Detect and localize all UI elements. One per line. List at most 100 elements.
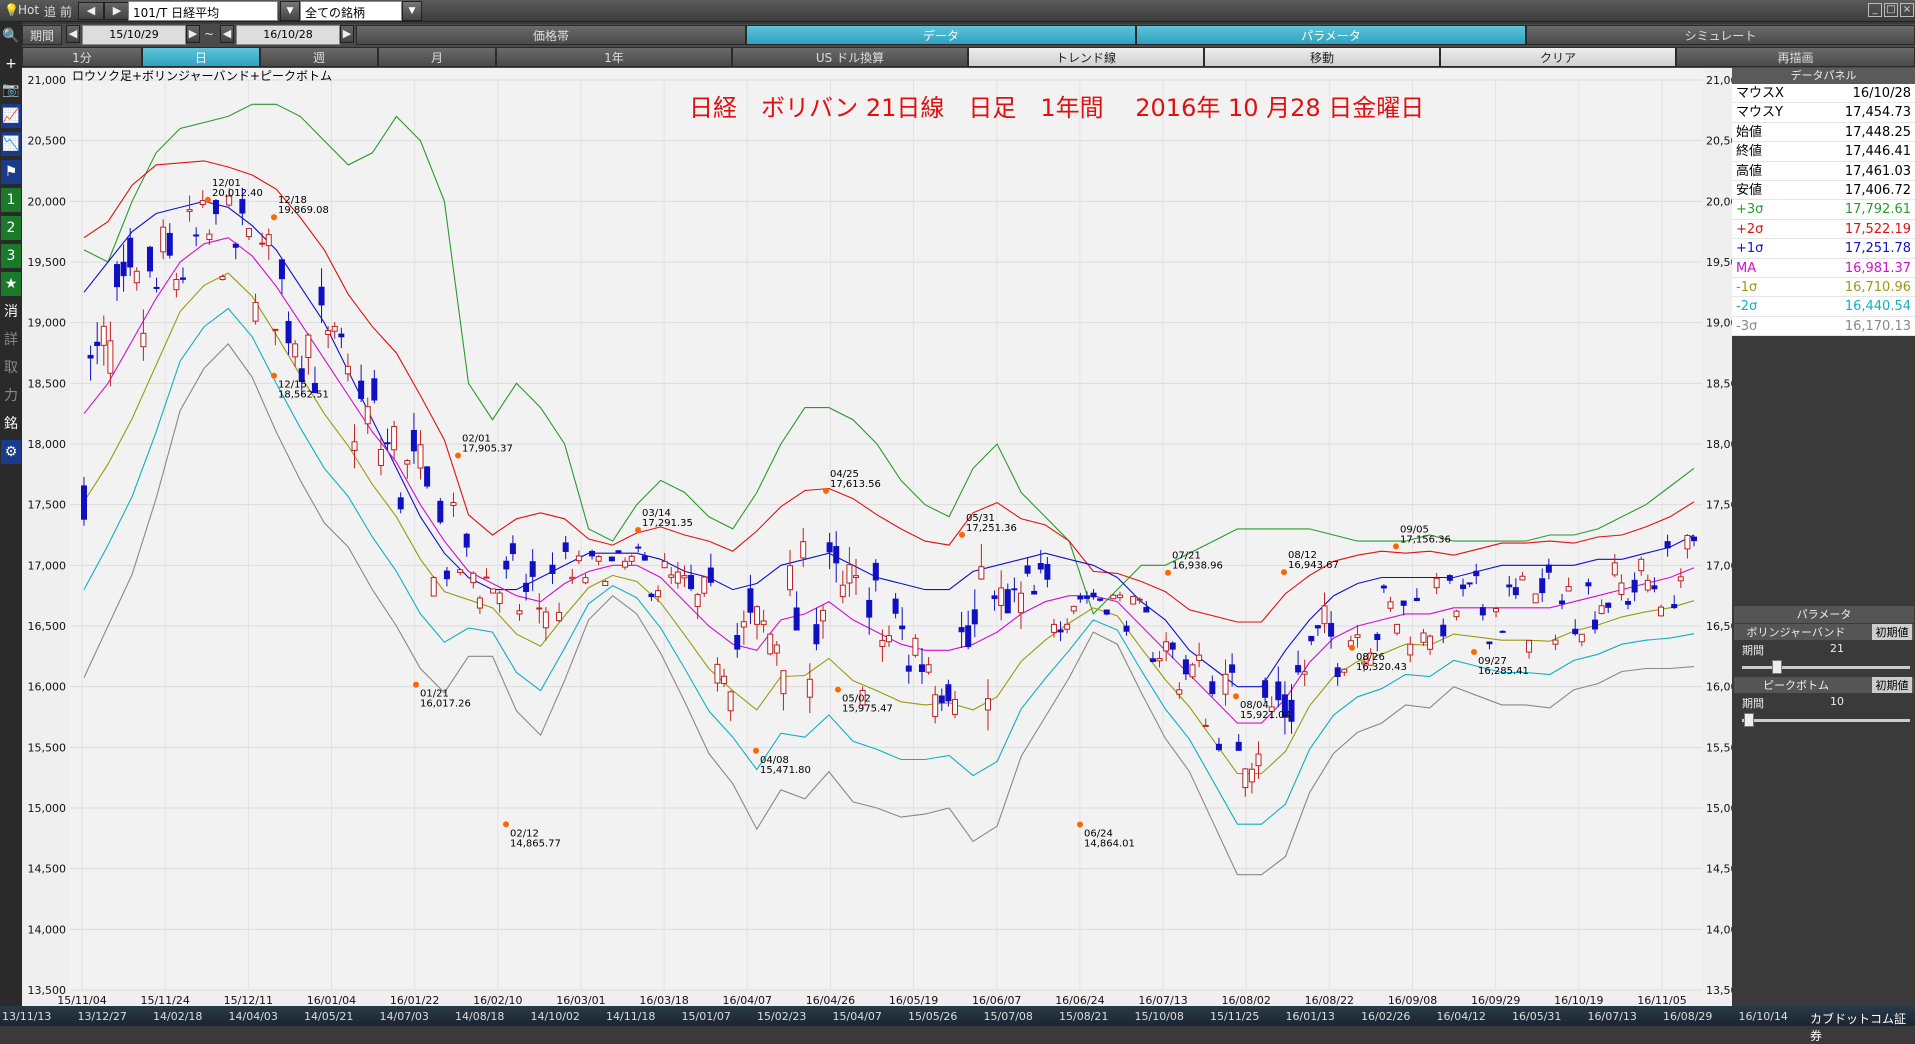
close-icon[interactable]: × [1900,3,1914,17]
peak-value: 19,869.08 [278,205,329,216]
bollinger-chart[interactable]: 12/0120,012.4012/1819,869.0812/1518,562.… [22,68,1745,1007]
zen-button[interactable]: 前 [60,3,72,20]
broker-logo: カブドットコム証券 [1810,1012,1907,1043]
candle-body [1400,600,1407,606]
chart-purple-icon[interactable]: 📉 [1,132,21,156]
overview-date: 14/02/18 [153,1010,203,1023]
candle-body [918,664,925,672]
clear-button[interactable]: クリア [1440,47,1676,67]
pb-period-slider[interactable] [1734,713,1914,729]
candle-body [1598,605,1605,614]
date-to-prev-icon[interactable]: ◀ [220,25,234,43]
date-from-input[interactable]: 15/10/29 [82,25,186,45]
peak-marker [1165,569,1171,576]
candle-body [278,259,285,280]
trendline-button[interactable]: トレンド線 [968,47,1204,67]
candle-body [199,200,206,206]
candle-body [892,598,899,614]
settings-icon[interactable]: ⚙ [1,440,21,464]
tab-simulate[interactable]: シミュレート [1526,25,1915,45]
candle-body [1559,600,1566,605]
data-row: +2σ 17,522.19 [1732,219,1915,240]
candle-body [1631,579,1638,593]
bb-reset-button[interactable]: 初期値 [1872,624,1912,640]
date-to-next-icon[interactable]: ▶ [340,25,354,43]
data-key: 始値 [1736,124,1763,140]
candle-body [1407,643,1414,656]
interval-day[interactable]: 日 [142,47,260,67]
data-row: マウスY 17,454.73 [1732,103,1915,123]
maximize-icon[interactable]: □ [1884,3,1898,17]
tab-parameters[interactable]: パラメータ [1136,25,1526,45]
symbol-select[interactable]: 101/T 日経平均 [128,1,278,21]
universe-dropdown-icon[interactable]: ▼ [402,1,422,21]
overview-bar[interactable]: カブドットコム証券 13/11/13 13/12/27 14/02/18 14/04/… [0,1006,1915,1043]
right-panel: データパネル マウスX 16/10/28 マウスY 17,454.73 始値 17,448… [1732,68,1915,1006]
candle-body [589,550,596,557]
candle-body [1625,600,1632,605]
date-to-input[interactable]: 16/10/28 [236,25,340,45]
candle-body [1064,623,1071,630]
candle-body [556,611,563,622]
candle-body [1453,610,1460,618]
next-symbol-button[interactable]: ▶ [104,2,130,20]
star-icon[interactable]: ★ [1,272,21,296]
trade-button[interactable]: 取 [1,356,21,380]
detail-button[interactable]: 詳 [1,328,21,352]
erase-button[interactable]: 消 [1,300,21,324]
bb-period-slider[interactable] [1734,660,1914,676]
candle-body [879,639,886,647]
candle-body [813,624,820,645]
tool-3-button[interactable]: 3 [1,244,21,268]
flag-icon[interactable]: ⚑ [1,160,21,184]
candle-body [1017,592,1024,614]
tab-data[interactable]: データ [746,25,1136,45]
range-1year[interactable]: 1年 [496,47,732,67]
hot-button[interactable]: Hot [18,3,39,17]
interval-1min[interactable]: 1分 [22,47,142,67]
candle-body [1644,579,1651,591]
pb-reset-button[interactable]: 初期値 [1872,677,1912,693]
overview-date: 15/10/08 [1134,1010,1184,1023]
interval-month[interactable]: 月 [378,47,496,67]
minimize-icon[interactable]: _ [1868,3,1882,17]
y-tick-right: 14,500 [1706,863,1732,876]
chart-area[interactable]: 12/01 20,012.40 12/18 19,869.08 12/15 18,562.… [22,68,1745,1007]
y-tick-left: 17,000 [28,559,67,572]
redraw-button[interactable]: 再描画 [1676,47,1915,67]
tsui-button[interactable]: 追 [44,3,56,20]
pb-slider-handle[interactable] [1744,713,1754,727]
peak-marker [753,747,759,754]
candle-body [1110,594,1117,600]
candle-body [1024,565,1031,574]
symbol-dropdown-icon[interactable]: ▼ [280,1,300,21]
x-tick: 16/09/29 [1471,994,1520,1006]
usd-convert-button[interactable]: US ドル換算 [732,47,968,67]
date-from-next-icon[interactable]: ▶ [186,25,200,43]
chart-red-icon[interactable]: 📈 [1,104,21,128]
candle-body [1413,597,1420,602]
date-from-prev-icon[interactable]: ◀ [66,25,80,43]
candle-body [899,625,906,630]
bb-slider-handle[interactable] [1772,660,1782,674]
y-tick-left: 16,000 [28,681,67,694]
zoom-icon[interactable]: 🔍 [1,24,21,48]
crosshair-icon[interactable]: + [1,52,21,76]
data-row: マウスX 16/10/28 [1732,84,1915,104]
tool-1-button[interactable]: 1 [1,188,21,212]
universe-select[interactable]: 全ての銘柄 [300,1,402,21]
camera-icon[interactable]: 📷 [1,78,21,102]
bulb-icon[interactable]: 💡 [4,3,19,17]
overview-date: 14/10/02 [530,1010,580,1023]
input-button[interactable]: 力 [1,384,21,408]
candle-body [410,429,417,452]
y-tick-right: 21,000 [1706,74,1732,87]
symbol-button[interactable]: 銘 [1,412,21,436]
tab-price-band[interactable]: 価格帯 [356,25,746,45]
peak-value: 20,012.40 [212,188,263,199]
interval-week[interactable]: 週 [260,47,378,67]
candle-body [404,460,411,465]
tool-2-button[interactable]: 2 [1,216,21,240]
prev-symbol-button[interactable]: ◀ [78,2,104,20]
move-button[interactable]: 移動 [1204,47,1440,67]
